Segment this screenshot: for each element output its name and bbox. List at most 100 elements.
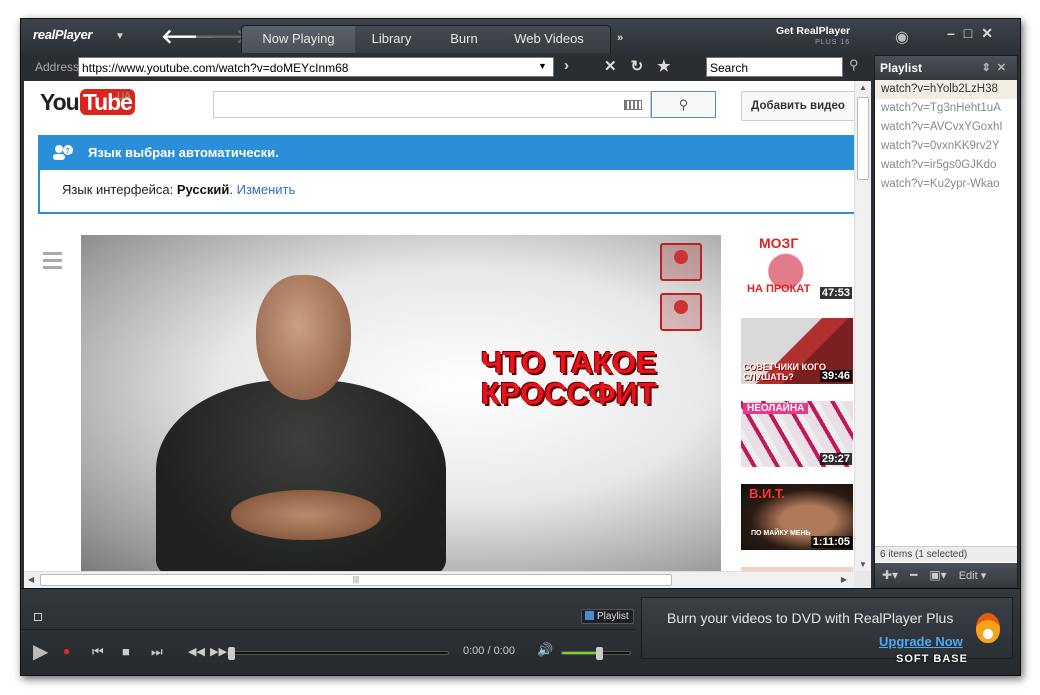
fast-forward-icon[interactable]: ▶▶ bbox=[210, 645, 227, 658]
tab-bar: Now Playing Library Burn Web Videos bbox=[241, 25, 611, 53]
edit-label: Edit bbox=[958, 569, 978, 582]
search-icon[interactable]: ⚲ bbox=[849, 57, 859, 73]
tab-burn[interactable]: Burn bbox=[428, 26, 500, 53]
next-track-icon[interactable]: ⏭ bbox=[151, 644, 163, 660]
eye-icon[interactable]: ◉ bbox=[895, 27, 909, 47]
playlist-toggle-button[interactable]: Playlist bbox=[581, 609, 634, 624]
address-input[interactable] bbox=[78, 57, 554, 77]
play-icon[interactable]: ▶ bbox=[33, 639, 48, 664]
playlist-item[interactable]: watch?v=AVCvxYGoxhI bbox=[875, 118, 1017, 137]
thumb-duration: 47:53 bbox=[819, 287, 852, 299]
video-person-hands bbox=[231, 490, 381, 540]
language-notice-title: Язык выбран автоматически. bbox=[88, 145, 279, 160]
forward-arrow-icon[interactable]: 🡒 bbox=[194, 24, 248, 49]
playlist-panel: Playlist ⇕✕ watch?v=hYolb2LzH38 watch?v=… bbox=[874, 55, 1018, 587]
upgrade-promo: Burn your videos to DVD with RealPlayer … bbox=[641, 597, 1013, 659]
thumb-duration: 29:27 bbox=[819, 453, 852, 465]
playlist-toolbar: ✚▾ ━ ▣▾ Edit ▾ bbox=[875, 563, 1017, 587]
add-plus-icon[interactable]: ✚▾ bbox=[882, 568, 898, 582]
search-input[interactable] bbox=[706, 57, 843, 77]
related-video-thumb[interactable]: В.И.Т. ПО МАЙКУ МЕНЬ 1:11:05 bbox=[741, 484, 853, 550]
realplayer-window: realPlayer ▼ 🡐 🡒 Now Playing Library Bur… bbox=[20, 18, 1021, 676]
playlist-item[interactable]: watch?v=Ku2ypr-Wkao bbox=[875, 175, 1017, 194]
promo-text: Burn your videos to DVD with RealPlayer … bbox=[667, 610, 954, 626]
menu-chevron-down-icon[interactable]: ▼ bbox=[115, 31, 125, 42]
get-realplayer-plus-link[interactable]: Get RealPlayer PLUS 16 bbox=[776, 26, 850, 48]
keyboard-icon[interactable] bbox=[624, 100, 642, 110]
playlist-toggle-label: Playlist bbox=[597, 611, 629, 622]
favorite-star-icon[interactable]: ★ bbox=[657, 57, 670, 75]
tab-library[interactable]: Library bbox=[355, 26, 428, 53]
scroll-right-icon[interactable]: ▶ bbox=[841, 575, 847, 584]
related-video-thumb[interactable]: НЕОЛАЙНА 29:27 bbox=[741, 401, 853, 467]
get-rp-sub: PLUS 16 bbox=[815, 39, 851, 46]
youtube-search-input[interactable] bbox=[213, 91, 651, 118]
language-label: Язык интерфейса: bbox=[62, 182, 174, 197]
close-icon[interactable]: ✕ bbox=[981, 25, 993, 42]
youtube-search-button[interactable]: ⚲ bbox=[651, 91, 716, 118]
horizontal-scrollbar[interactable]: ◀ ||| ▶ bbox=[24, 571, 854, 588]
thumb-text-top: НЕОЛАЙНА bbox=[743, 403, 809, 414]
video-player[interactable]: ЧТО ТАКОЕ КРОССФИТ bbox=[81, 235, 721, 571]
volume-knob[interactable] bbox=[596, 647, 604, 660]
remove-minus-icon[interactable]: ━ bbox=[910, 568, 917, 582]
stop-x-icon[interactable]: ✕ bbox=[604, 57, 617, 75]
video-title-line2: КРОССФИТ bbox=[481, 376, 657, 411]
playlist-sort-icon[interactable]: ⇕ bbox=[982, 62, 997, 74]
subscribe-overlay-icon[interactable] bbox=[660, 243, 702, 281]
seek-bar[interactable] bbox=[227, 647, 449, 660]
menu-hamburger-icon[interactable] bbox=[43, 252, 62, 269]
maximize-icon[interactable]: □ bbox=[964, 25, 972, 42]
logo-you: You bbox=[40, 89, 80, 115]
upgrade-now-link[interactable]: Upgrade Now bbox=[879, 634, 963, 649]
mini-mode-icon[interactable] bbox=[34, 613, 42, 621]
vertical-scroll-thumb[interactable] bbox=[857, 97, 869, 180]
more-tabs-icon[interactable]: » bbox=[617, 32, 623, 44]
search-icon: ⚲ bbox=[678, 97, 689, 112]
volume-slider[interactable] bbox=[561, 647, 631, 660]
stop-icon[interactable]: ■ bbox=[122, 644, 130, 659]
horizontal-scroll-thumb[interactable]: ||| bbox=[40, 574, 672, 586]
add-video-button[interactable]: Добавить видео bbox=[741, 91, 854, 121]
playlist-item[interactable]: watch?v=ir5gs0GJKdo bbox=[875, 156, 1017, 175]
record-icon[interactable]: ● bbox=[63, 644, 70, 658]
realplayer-logo[interactable]: realPlayer bbox=[33, 27, 92, 42]
tab-web-videos[interactable]: Web Videos bbox=[500, 26, 598, 53]
scroll-left-icon[interactable]: ◀ bbox=[28, 575, 34, 584]
playlist-item[interactable]: watch?v=Tg3nHeht1uA bbox=[875, 99, 1017, 118]
video-person-body bbox=[156, 380, 446, 571]
language-notice: ? Язык выбран автоматически. Язык интерф… bbox=[38, 135, 854, 214]
thumb-duration: 39:46 bbox=[819, 370, 852, 382]
refresh-icon[interactable]: ↻ bbox=[631, 57, 644, 75]
gift-overlay-icon[interactable] bbox=[660, 293, 702, 331]
thumb-text-bottom: НА ПРОКАТ bbox=[747, 283, 811, 295]
previous-track-icon[interactable]: ⏮ bbox=[92, 644, 104, 660]
video-title-overlay: ЧТО ТАКОЕ КРОССФИТ bbox=[481, 347, 657, 409]
language-notice-header: ? Язык выбран автоматически. bbox=[40, 135, 854, 170]
save-disk-icon[interactable]: ▣▾ bbox=[929, 568, 946, 582]
volume-speaker-icon[interactable]: 🔊 bbox=[537, 642, 553, 658]
edit-menu-button[interactable]: Edit ▾ bbox=[959, 569, 987, 582]
change-language-link[interactable]: Изменить bbox=[237, 182, 296, 197]
minimize-icon[interactable]: – bbox=[947, 25, 955, 42]
related-video-thumb[interactable]: СОВЕТЧИКИ КОГО СЛУШАТЬ? 39:46 bbox=[741, 318, 853, 384]
seek-knob[interactable] bbox=[228, 647, 235, 660]
playlist-item[interactable]: watch?v=hYolb2LzH38 bbox=[875, 80, 1017, 99]
related-video-thumb[interactable]: МОЗГ НА ПРОКАТ 47:53 bbox=[741, 235, 853, 301]
scroll-down-icon[interactable]: ▼ bbox=[859, 560, 867, 569]
player-controls: Playlist ▶ ● ⏮ ■ ⏭ ◀◀ ▶▶ 0:00 / 0:00 🔊 B… bbox=[21, 588, 1020, 675]
playlist-close-icon[interactable]: ✕ bbox=[997, 62, 1012, 74]
address-dropdown-icon[interactable]: ▼ bbox=[538, 61, 547, 71]
get-rp-label: Get RealPlayer bbox=[776, 25, 851, 37]
go-arrow-icon[interactable]: › bbox=[564, 57, 569, 74]
tab-now-playing[interactable]: Now Playing bbox=[242, 26, 355, 53]
rewind-icon[interactable]: ◀◀ bbox=[188, 645, 205, 658]
related-videos: МОЗГ НА ПРОКАТ 47:53 СОВЕТЧИКИ КОГО СЛУШ… bbox=[741, 235, 853, 571]
scroll-up-icon[interactable]: ▲ bbox=[859, 83, 867, 92]
scroll-corner bbox=[854, 571, 871, 588]
divider bbox=[21, 629, 636, 630]
playlist-item[interactable]: watch?v=0vxnKK9rv2Y bbox=[875, 137, 1017, 156]
playlist-icon bbox=[585, 611, 594, 620]
video-title-line1: ЧТО ТАКОЕ bbox=[481, 345, 657, 380]
vertical-scrollbar[interactable]: ▲ ▼ bbox=[854, 81, 871, 571]
